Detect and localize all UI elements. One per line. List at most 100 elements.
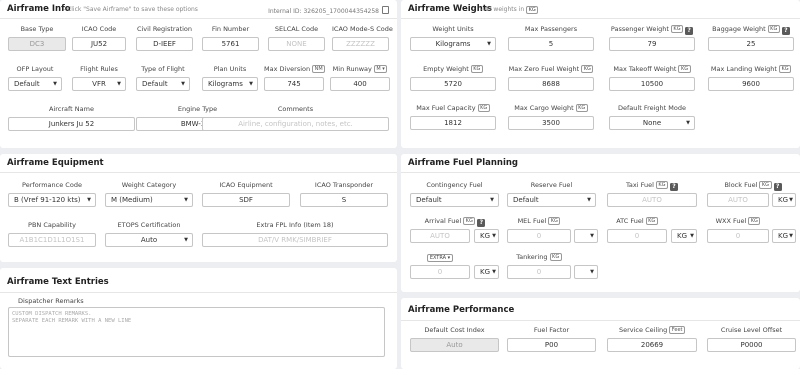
- empty-weight-input[interactable]: 5720: [410, 77, 496, 91]
- label-text: Taxi Fuel: [625, 181, 654, 189]
- plan-units-select[interactable]: Kilograms ▼: [202, 77, 258, 91]
- field-label: Empty Weight KG: [410, 65, 496, 73]
- help-icon[interactable]: ?: [781, 27, 790, 35]
- block-fuel-unit-select[interactable]: KG ▼: [772, 193, 796, 207]
- label-text: Empty Weight: [423, 65, 469, 73]
- field-label: OFP Layout: [16, 65, 54, 73]
- civil-registration-input[interactable]: D-IEEF: [136, 37, 193, 51]
- mlw-input[interactable]: 9600: [708, 77, 794, 91]
- select-value: B (Vref 91-120 kts): [14, 196, 81, 204]
- help-icon[interactable]: ?: [477, 219, 486, 227]
- comments-input[interactable]: Airline, configuration, notes, etc.: [202, 117, 389, 131]
- chevron-down-icon: ▼: [117, 81, 121, 87]
- freight-mode-select[interactable]: None ▼: [609, 116, 695, 130]
- mel-fuel-input[interactable]: 0: [507, 229, 571, 243]
- select-value: Default: [142, 80, 168, 88]
- label-text: Baggage Weight: [712, 25, 766, 33]
- select-value: KG: [778, 232, 789, 240]
- chevron-down-icon: ▼: [53, 81, 57, 87]
- extra-fuel-type-select[interactable]: EXTRA ▾: [427, 254, 453, 262]
- field-label: ETOPS Certification: [117, 221, 181, 229]
- tankering-unit-select[interactable]: ▼: [574, 265, 598, 279]
- unit-badge: KG: [645, 217, 658, 225]
- atc-fuel-input[interactable]: 0: [607, 229, 667, 243]
- panel-header: Airframe Info - Click "Save Airframe" to…: [0, 0, 397, 19]
- etops-select[interactable]: Auto ▼: [105, 233, 193, 247]
- label-text: Block Fuel: [724, 181, 758, 189]
- extra-fuel-unit-select[interactable]: KG ▼: [474, 265, 499, 279]
- field-label: Fuel Factor: [533, 326, 570, 334]
- block-fuel-input[interactable]: AUTO: [707, 193, 769, 207]
- panel-title: Airframe Equipment: [7, 158, 104, 168]
- arrival-fuel-input[interactable]: AUTO: [410, 229, 470, 243]
- ofp-layout-select[interactable]: Default ▼: [8, 77, 62, 91]
- field-label: PBN Capability: [28, 221, 76, 229]
- unit-text: M: [376, 66, 381, 72]
- performance-code-select[interactable]: B (Vref 91-120 kts) ▼: [8, 193, 96, 207]
- passenger-weight-input[interactable]: 79: [609, 37, 695, 51]
- weight-category-select[interactable]: M (Medium) ▼: [105, 193, 193, 207]
- weight-units-select[interactable]: Kilograms ▼: [410, 37, 496, 51]
- max-diversion-input[interactable]: 745: [264, 77, 324, 91]
- chevron-down-icon: ▼: [686, 120, 690, 126]
- help-icon[interactable]: ?: [773, 183, 782, 191]
- min-runway-input[interactable]: 400: [330, 77, 390, 91]
- field-label: Performance Code: [22, 181, 82, 189]
- field-label: Extra FPL Info (Item 18): [256, 221, 334, 229]
- baggage-weight-input[interactable]: 25: [708, 37, 794, 51]
- flight-rules-select[interactable]: VFR ▼: [72, 77, 126, 91]
- dispatcher-remarks-textarea[interactable]: CUSTOM DISPATCH REMARKS. SEPARATE EACH R…: [8, 307, 385, 357]
- reserve-fuel-select[interactable]: Default ▼: [507, 193, 596, 207]
- extra-fuel-input[interactable]: 0: [410, 265, 470, 279]
- tankering-input[interactable]: 0: [507, 265, 571, 279]
- unit-select[interactable]: M ▾: [373, 65, 388, 73]
- extra-fpl-input[interactable]: DAT/V RMK/SIMBRIEF: [202, 233, 388, 247]
- mtow-input[interactable]: 10500: [609, 77, 695, 91]
- fin-number-input[interactable]: 5761: [202, 37, 259, 51]
- max-fuel-capacity-input[interactable]: 1812: [410, 116, 496, 130]
- unit-badge: NM: [312, 65, 326, 73]
- unit-badge: KG: [670, 25, 684, 33]
- contingency-fuel-select[interactable]: Default ▼: [410, 193, 499, 207]
- field-label: Fin Number: [211, 25, 250, 33]
- help-icon[interactable]: ?: [685, 27, 694, 35]
- aircraft-name-input[interactable]: Junkers Ju 52: [8, 117, 135, 131]
- chevron-down-icon: ▼: [590, 233, 594, 239]
- label-text: Max Zero Fuel Weight: [508, 65, 580, 73]
- icao-equipment-input[interactable]: SDF: [202, 193, 290, 207]
- airframe-equipment-panel: Airframe Equipment Performance Code B (V…: [0, 154, 397, 262]
- help-icon[interactable]: ?: [670, 183, 679, 191]
- mel-fuel-unit-select[interactable]: ▼: [574, 229, 598, 243]
- service-ceiling-input[interactable]: 20669: [607, 338, 697, 352]
- mzfw-input[interactable]: 8688: [508, 77, 594, 91]
- field-label: ICAO Code: [81, 25, 117, 33]
- pbn-capability-input[interactable]: A1B1C1D1L1O1S1: [8, 233, 96, 247]
- arrival-fuel-unit-select[interactable]: KG ▼: [474, 229, 499, 243]
- select-value: Auto: [140, 236, 158, 244]
- icao-code-input[interactable]: JU52: [72, 37, 126, 51]
- copy-icon[interactable]: [382, 6, 389, 14]
- cruise-offset-input[interactable]: P0000: [707, 338, 796, 352]
- chevron-down-icon: ▼: [249, 81, 253, 87]
- label-text: Max Diversion: [264, 65, 311, 73]
- field-label: ICAO Equipment: [219, 181, 273, 189]
- type-of-flight-select[interactable]: Default ▼: [136, 77, 190, 91]
- chevron-down-icon: ▼: [87, 197, 91, 203]
- max-passengers-input[interactable]: 5: [508, 37, 594, 51]
- taxi-fuel-input[interactable]: AUTO: [607, 193, 697, 207]
- fuel-factor-input[interactable]: P00: [507, 338, 596, 352]
- selcal-input[interactable]: NONE: [268, 37, 325, 51]
- field-label: Base Type: [20, 25, 54, 33]
- select-value: KG: [480, 232, 491, 240]
- label-text: Min Runway: [332, 65, 372, 73]
- wxx-fuel-input[interactable]: 0: [707, 229, 769, 243]
- max-cargo-weight-input[interactable]: 3500: [508, 116, 594, 130]
- atc-fuel-unit-select[interactable]: KG ▼: [671, 229, 697, 243]
- wxx-fuel-unit-select[interactable]: KG ▼: [772, 229, 796, 243]
- mode-s-input[interactable]: ZZZZZZ: [332, 37, 389, 51]
- cost-index-input: Auto: [410, 338, 499, 352]
- field-label: Max Diversion NM: [264, 65, 326, 73]
- label-text: MEL Fuel: [517, 217, 547, 225]
- icao-transponder-input[interactable]: S: [300, 193, 388, 207]
- airframe-performance-panel: Airframe Performance Default Cost Index …: [401, 298, 800, 369]
